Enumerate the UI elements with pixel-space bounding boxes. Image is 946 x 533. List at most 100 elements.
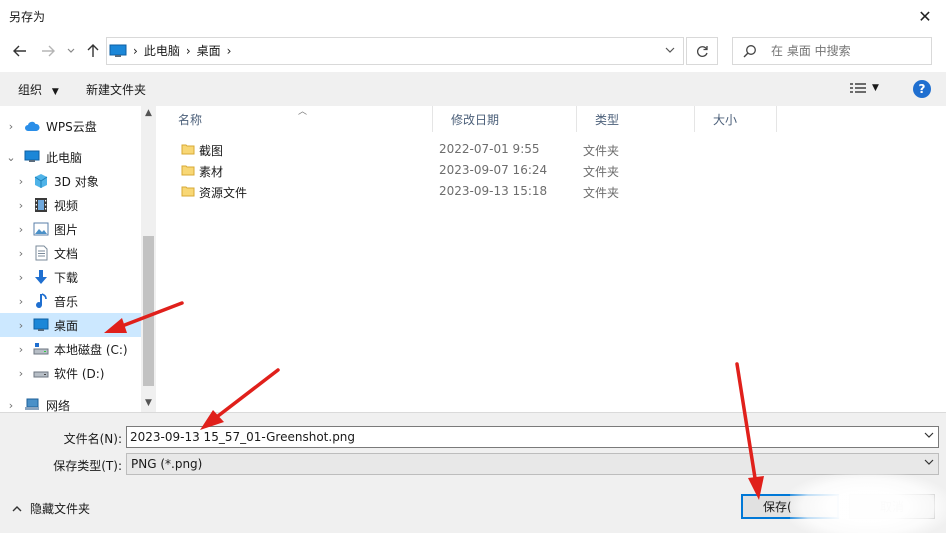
toolbar: 组织 ▼ 新建文件夹 ▼ ? (0, 72, 946, 106)
download-icon (33, 269, 49, 285)
breadcrumb-separator: › (185, 43, 191, 58)
filetype-dropdown-button[interactable] (924, 457, 934, 468)
breadcrumb-item-computer[interactable]: 此电脑 (144, 42, 180, 59)
search-box[interactable] (732, 37, 932, 65)
back-button[interactable] (10, 40, 30, 62)
chevron-right-icon[interactable]: › (6, 399, 16, 412)
desktop-icon (33, 317, 49, 333)
sort-ascending-icon: ︿ (298, 107, 308, 117)
sidebar-item-this-pc[interactable]: ⌄ 此电脑 (0, 145, 141, 169)
film-icon (33, 197, 49, 213)
filetype-label: 保存类型(T): (53, 459, 122, 473)
forward-button[interactable] (38, 40, 58, 62)
column-header-label: 类型 (595, 112, 620, 127)
filename-input[interactable] (130, 430, 910, 444)
cloud-icon (24, 118, 40, 134)
table-row[interactable]: 资源文件 2023-09-13 15:18 文件夹 (160, 181, 780, 202)
filename-field[interactable] (126, 426, 939, 448)
file-list: 名称 ︿ 修改日期 类型 大小 截图 2022-07-01 9:55 文件夹 素… (160, 106, 946, 412)
chevron-right-icon[interactable]: › (16, 295, 26, 308)
details-view-icon (850, 83, 866, 93)
save-button[interactable]: 保存( (741, 494, 839, 519)
view-options-button[interactable]: ▼ (850, 82, 879, 94)
sidebar-item-pictures[interactable]: › 图片 (0, 217, 141, 241)
navigation-scrollbar[interactable]: ▲ ▼ (141, 106, 156, 412)
chevron-down-icon (924, 459, 934, 465)
refresh-icon (696, 45, 708, 57)
hide-folders-toggle[interactable]: 隐藏文件夹 (12, 500, 90, 517)
recent-locations-button[interactable] (64, 40, 78, 62)
navigation-pane: › WPS云盘 ⌄ 此电脑 › 3D 对象 › 视频 › 图片 › 文档 › 下… (0, 106, 156, 412)
sidebar-item-label: 图片 (54, 222, 79, 237)
chevron-right-icon[interactable]: › (16, 367, 26, 380)
sidebar-item-drive-d[interactable]: › 软件 (D:) (0, 361, 141, 385)
chevron-right-icon[interactable]: › (16, 319, 26, 332)
breadcrumb: › 此电脑 › 桌面 › (109, 42, 231, 59)
sidebar-item-documents[interactable]: › 文档 (0, 241, 141, 265)
sidebar-item-label: 文档 (54, 246, 79, 261)
address-dropdown-button[interactable] (665, 43, 675, 56)
drive-d-icon (33, 365, 49, 381)
network-icon (24, 397, 40, 412)
filename-history-dropdown[interactable] (924, 430, 934, 441)
folder-icon (181, 186, 195, 197)
scroll-up-icon[interactable]: ▲ (141, 108, 156, 118)
sidebar-item-3d-objects[interactable]: › 3D 对象 (0, 169, 141, 193)
sidebar-item-desktop[interactable]: › 桌面 (0, 313, 141, 337)
file-name: 素材 (199, 165, 224, 179)
search-input[interactable] (771, 44, 921, 58)
column-header-date[interactable]: 修改日期 (433, 106, 577, 132)
sidebar-item-videos[interactable]: › 视频 (0, 193, 141, 217)
column-header-type[interactable]: 类型 (577, 106, 695, 132)
music-icon (33, 293, 49, 309)
address-bar[interactable]: › 此电脑 › 桌面 › (106, 37, 684, 65)
sidebar-item-downloads[interactable]: › 下载 (0, 265, 141, 289)
cancel-button[interactable]: 取消 (849, 494, 935, 519)
chevron-down-icon (67, 48, 75, 53)
arrow-up-icon (87, 44, 99, 57)
file-type: 文件夹 (583, 165, 620, 179)
caret-down-icon: ▼ (872, 83, 879, 93)
chevron-right-icon[interactable]: › (16, 199, 26, 212)
computer-icon (24, 149, 40, 165)
sidebar-item-music[interactable]: › 音乐 (0, 289, 141, 313)
refresh-button[interactable] (686, 37, 718, 65)
scrollbar-thumb[interactable] (143, 236, 154, 386)
chevron-right-icon[interactable]: › (16, 175, 26, 188)
sidebar-item-label: 软件 (D:) (54, 366, 105, 381)
sidebar-item-drive-c[interactable]: › 本地磁盘 (C:) (0, 337, 141, 361)
breadcrumb-item-desktop[interactable]: 桌面 (197, 42, 221, 59)
breadcrumb-separator: › (133, 43, 138, 58)
chevron-down-icon[interactable]: ⌄ (6, 151, 16, 164)
sidebar-item-network[interactable]: › 网络 (0, 393, 141, 412)
sidebar-item-label: 视频 (54, 198, 79, 213)
scroll-down-icon[interactable]: ▼ (141, 398, 156, 408)
organize-button[interactable]: 组织 ▼ (18, 81, 59, 98)
chevron-right-icon[interactable]: › (16, 247, 26, 260)
close-button[interactable]: ✕ (910, 4, 940, 28)
sidebar-item-label: WPS云盘 (46, 119, 97, 134)
up-button[interactable] (84, 40, 102, 62)
file-name: 截图 (199, 144, 224, 158)
filetype-value: PNG (*.png) (131, 457, 203, 471)
sidebar-item-label: 桌面 (54, 318, 79, 333)
chevron-right-icon[interactable]: › (16, 271, 26, 284)
file-date: 2023-09-13 15:18 (439, 184, 548, 198)
column-header-label: 修改日期 (451, 112, 500, 127)
help-button[interactable]: ? (913, 80, 931, 98)
chevron-right-icon[interactable]: › (16, 223, 26, 236)
table-row[interactable]: 截图 2022-07-01 9:55 文件夹 (160, 139, 780, 160)
breadcrumb-separator: › (226, 43, 232, 58)
filetype-select[interactable]: PNG (*.png) (126, 453, 939, 475)
column-header-size[interactable]: 大小 (695, 106, 777, 132)
chevron-right-icon[interactable]: › (6, 120, 16, 133)
new-folder-button[interactable]: 新建文件夹 (86, 81, 146, 98)
chevron-right-icon[interactable]: › (16, 343, 26, 356)
sidebar-item-wps-cloud[interactable]: › WPS云盘 (0, 114, 141, 138)
table-row[interactable]: 素材 2023-09-07 16:24 文件夹 (160, 160, 780, 181)
picture-icon (33, 221, 49, 237)
sidebar-item-label: 本地磁盘 (C:) (54, 342, 128, 357)
column-header-name[interactable]: 名称 (160, 106, 433, 132)
file-date: 2023-09-07 16:24 (439, 163, 548, 177)
folder-icon (181, 144, 195, 155)
